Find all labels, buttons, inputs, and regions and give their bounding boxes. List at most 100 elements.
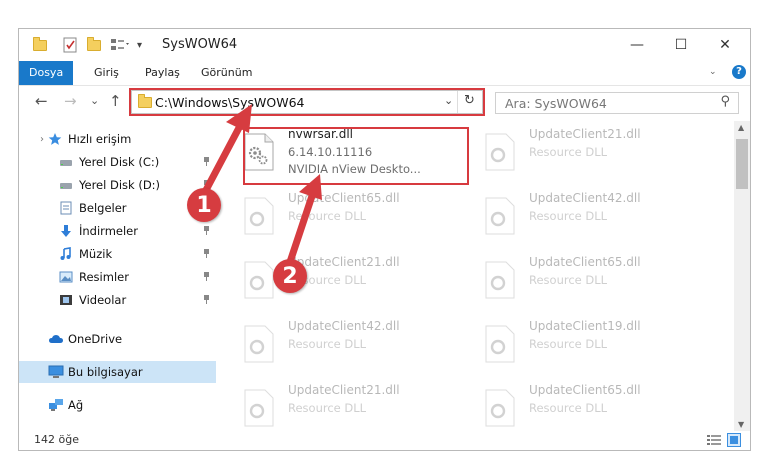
tab-dosya[interactable]: Dosya bbox=[19, 61, 74, 85]
search-box[interactable]: Ara: SysWOW64 ⚲ bbox=[495, 92, 739, 114]
dll-file-icon bbox=[485, 325, 515, 363]
file-description: Resource DLL bbox=[288, 209, 367, 223]
sidebar-item-label: İndirmeler bbox=[79, 224, 138, 238]
drive-icon bbox=[59, 178, 73, 192]
new-folder-icon[interactable] bbox=[87, 36, 101, 53]
pin-icon bbox=[203, 272, 210, 281]
file-name: UpdateClient21.dll bbox=[529, 127, 641, 141]
pin-icon bbox=[203, 249, 210, 258]
back-button[interactable]: ← bbox=[35, 92, 48, 110]
details-view-icon[interactable] bbox=[707, 434, 721, 446]
network-icon bbox=[48, 398, 63, 412]
search-input[interactable]: Ara: SysWOW64 bbox=[505, 96, 607, 111]
minimize-button[interactable]: — bbox=[615, 33, 659, 57]
dll-file-icon bbox=[485, 133, 515, 171]
vertical-scrollbar[interactable]: ▲ ▼ bbox=[734, 121, 750, 431]
sidebar-item-label: Hızlı erişim bbox=[68, 132, 132, 146]
drive-icon bbox=[59, 155, 73, 169]
file-description: Resource DLL bbox=[529, 273, 608, 287]
folder-icon bbox=[33, 36, 47, 53]
address-highlight-box bbox=[129, 88, 485, 116]
sidebar-item-this-pc[interactable]: Bu bilgisayar bbox=[19, 361, 216, 383]
sidebar-item-label: Resimler bbox=[79, 270, 129, 284]
sidebar-item-label: Müzik bbox=[79, 247, 113, 261]
sidebar-item-label: Ağ bbox=[68, 398, 84, 412]
callout-1: 1 bbox=[187, 188, 221, 222]
navigation-pane: › Hızlı erişim Yerel Disk (C:) Yerel Dis… bbox=[19, 121, 216, 431]
download-icon bbox=[59, 224, 73, 238]
pin-icon bbox=[203, 295, 210, 304]
file-name: UpdateClient65.dll bbox=[529, 383, 641, 397]
pin-icon bbox=[203, 226, 210, 235]
customize-quick-access-icon[interactable]: ▾ bbox=[137, 37, 142, 53]
computer-icon bbox=[48, 365, 64, 379]
help-icon[interactable]: ? bbox=[732, 65, 746, 79]
file-item[interactable]: UpdateClient21.dll Resource DLL bbox=[235, 253, 465, 309]
file-item[interactable]: UpdateClient21.dll Resource DLL bbox=[476, 125, 706, 181]
dll-file-icon bbox=[244, 197, 274, 235]
file-highlight-box bbox=[243, 127, 469, 185]
callout-2: 2 bbox=[273, 259, 307, 293]
tab-paylas[interactable]: Paylaş bbox=[145, 61, 180, 85]
file-item[interactable]: UpdateClient65.dll Resource DLL bbox=[476, 253, 706, 309]
ribbon: Dosya Giriş Paylaş Görünüm ⌄ ? bbox=[19, 61, 750, 86]
tab-giris[interactable]: Giriş bbox=[94, 61, 119, 85]
sidebar-item-pictures[interactable]: Resimler bbox=[19, 266, 216, 288]
scroll-down-icon[interactable]: ▼ bbox=[738, 420, 744, 429]
music-icon bbox=[59, 247, 73, 261]
file-name: UpdateClient42.dll bbox=[288, 319, 400, 333]
file-item[interactable]: UpdateClient65.dll Resource DLL bbox=[476, 381, 706, 431]
sidebar-item-videos[interactable]: Videolar bbox=[19, 289, 216, 311]
sidebar-item-onedrive[interactable]: OneDrive bbox=[19, 328, 216, 350]
file-name: UpdateClient65.dll bbox=[288, 191, 400, 205]
recent-locations-button[interactable]: ⌄ bbox=[90, 94, 99, 107]
dll-file-icon bbox=[485, 389, 515, 427]
file-name: UpdateClient42.dll bbox=[529, 191, 641, 205]
dll-file-icon bbox=[244, 325, 274, 363]
file-item[interactable]: UpdateClient42.dll Resource DLL bbox=[235, 317, 465, 373]
search-icon: ⚲ bbox=[720, 94, 730, 109]
pictures-icon bbox=[59, 270, 73, 284]
file-description: Resource DLL bbox=[288, 401, 367, 415]
sidebar-item-disk-d[interactable]: Yerel Disk (D:) bbox=[19, 174, 216, 196]
documents-icon bbox=[59, 201, 73, 215]
file-description: Resource DLL bbox=[529, 401, 608, 415]
scroll-thumb[interactable] bbox=[736, 139, 748, 189]
large-icons-view-icon[interactable] bbox=[727, 433, 741, 447]
file-name: UpdateClient21.dll bbox=[288, 383, 400, 397]
close-button[interactable]: ✕ bbox=[703, 33, 747, 57]
file-item[interactable]: UpdateClient19.dll Resource DLL bbox=[476, 317, 706, 373]
sidebar-item-disk-c[interactable]: Yerel Disk (C:) bbox=[19, 151, 216, 173]
maximize-button[interactable]: ☐ bbox=[659, 33, 703, 57]
dll-file-icon bbox=[244, 261, 274, 299]
star-icon bbox=[48, 132, 62, 146]
dll-file-icon bbox=[485, 197, 515, 235]
sidebar-item-network[interactable]: Ağ bbox=[19, 394, 216, 416]
scroll-up-icon[interactable]: ▲ bbox=[738, 123, 744, 132]
sidebar-item-quick-access[interactable]: › Hızlı erişim bbox=[19, 128, 216, 150]
sidebar-item-music[interactable]: Müzik bbox=[19, 243, 216, 265]
explorer-window: ▾ SysWOW64 — ☐ ✕ Dosya Giriş Paylaş Görü… bbox=[18, 28, 751, 451]
dll-file-icon bbox=[485, 261, 515, 299]
up-button[interactable]: ↑ bbox=[109, 92, 122, 110]
sidebar-item-downloads[interactable]: İndirmeler bbox=[19, 220, 216, 242]
file-item[interactable]: UpdateClient21.dll Resource DLL bbox=[235, 381, 465, 431]
ribbon-expand-icon[interactable]: ⌄ bbox=[709, 67, 717, 77]
file-name: UpdateClient19.dll bbox=[529, 319, 641, 333]
forward-button[interactable]: → bbox=[64, 92, 77, 110]
title-bar: ▾ SysWOW64 — ☐ ✕ bbox=[19, 29, 750, 61]
file-description: Resource DLL bbox=[529, 209, 608, 223]
sidebar-item-label: Bu bilgisayar bbox=[68, 365, 143, 379]
dll-file-icon bbox=[244, 389, 274, 427]
item-count: 142 öğe bbox=[34, 433, 79, 446]
view-options-icon[interactable] bbox=[111, 37, 131, 53]
tab-gorunum[interactable]: Görünüm bbox=[201, 61, 252, 85]
properties-icon[interactable] bbox=[63, 37, 77, 53]
file-item[interactable]: UpdateClient42.dll Resource DLL bbox=[476, 189, 706, 245]
window-title: SysWOW64 bbox=[162, 37, 238, 52]
file-description: Resource DLL bbox=[288, 337, 367, 351]
file-item[interactable]: UpdateClient65.dll Resource DLL bbox=[235, 189, 465, 245]
pin-icon bbox=[203, 157, 210, 166]
file-description: Resource DLL bbox=[529, 145, 608, 159]
sidebar-item-label: Videolar bbox=[79, 293, 127, 307]
